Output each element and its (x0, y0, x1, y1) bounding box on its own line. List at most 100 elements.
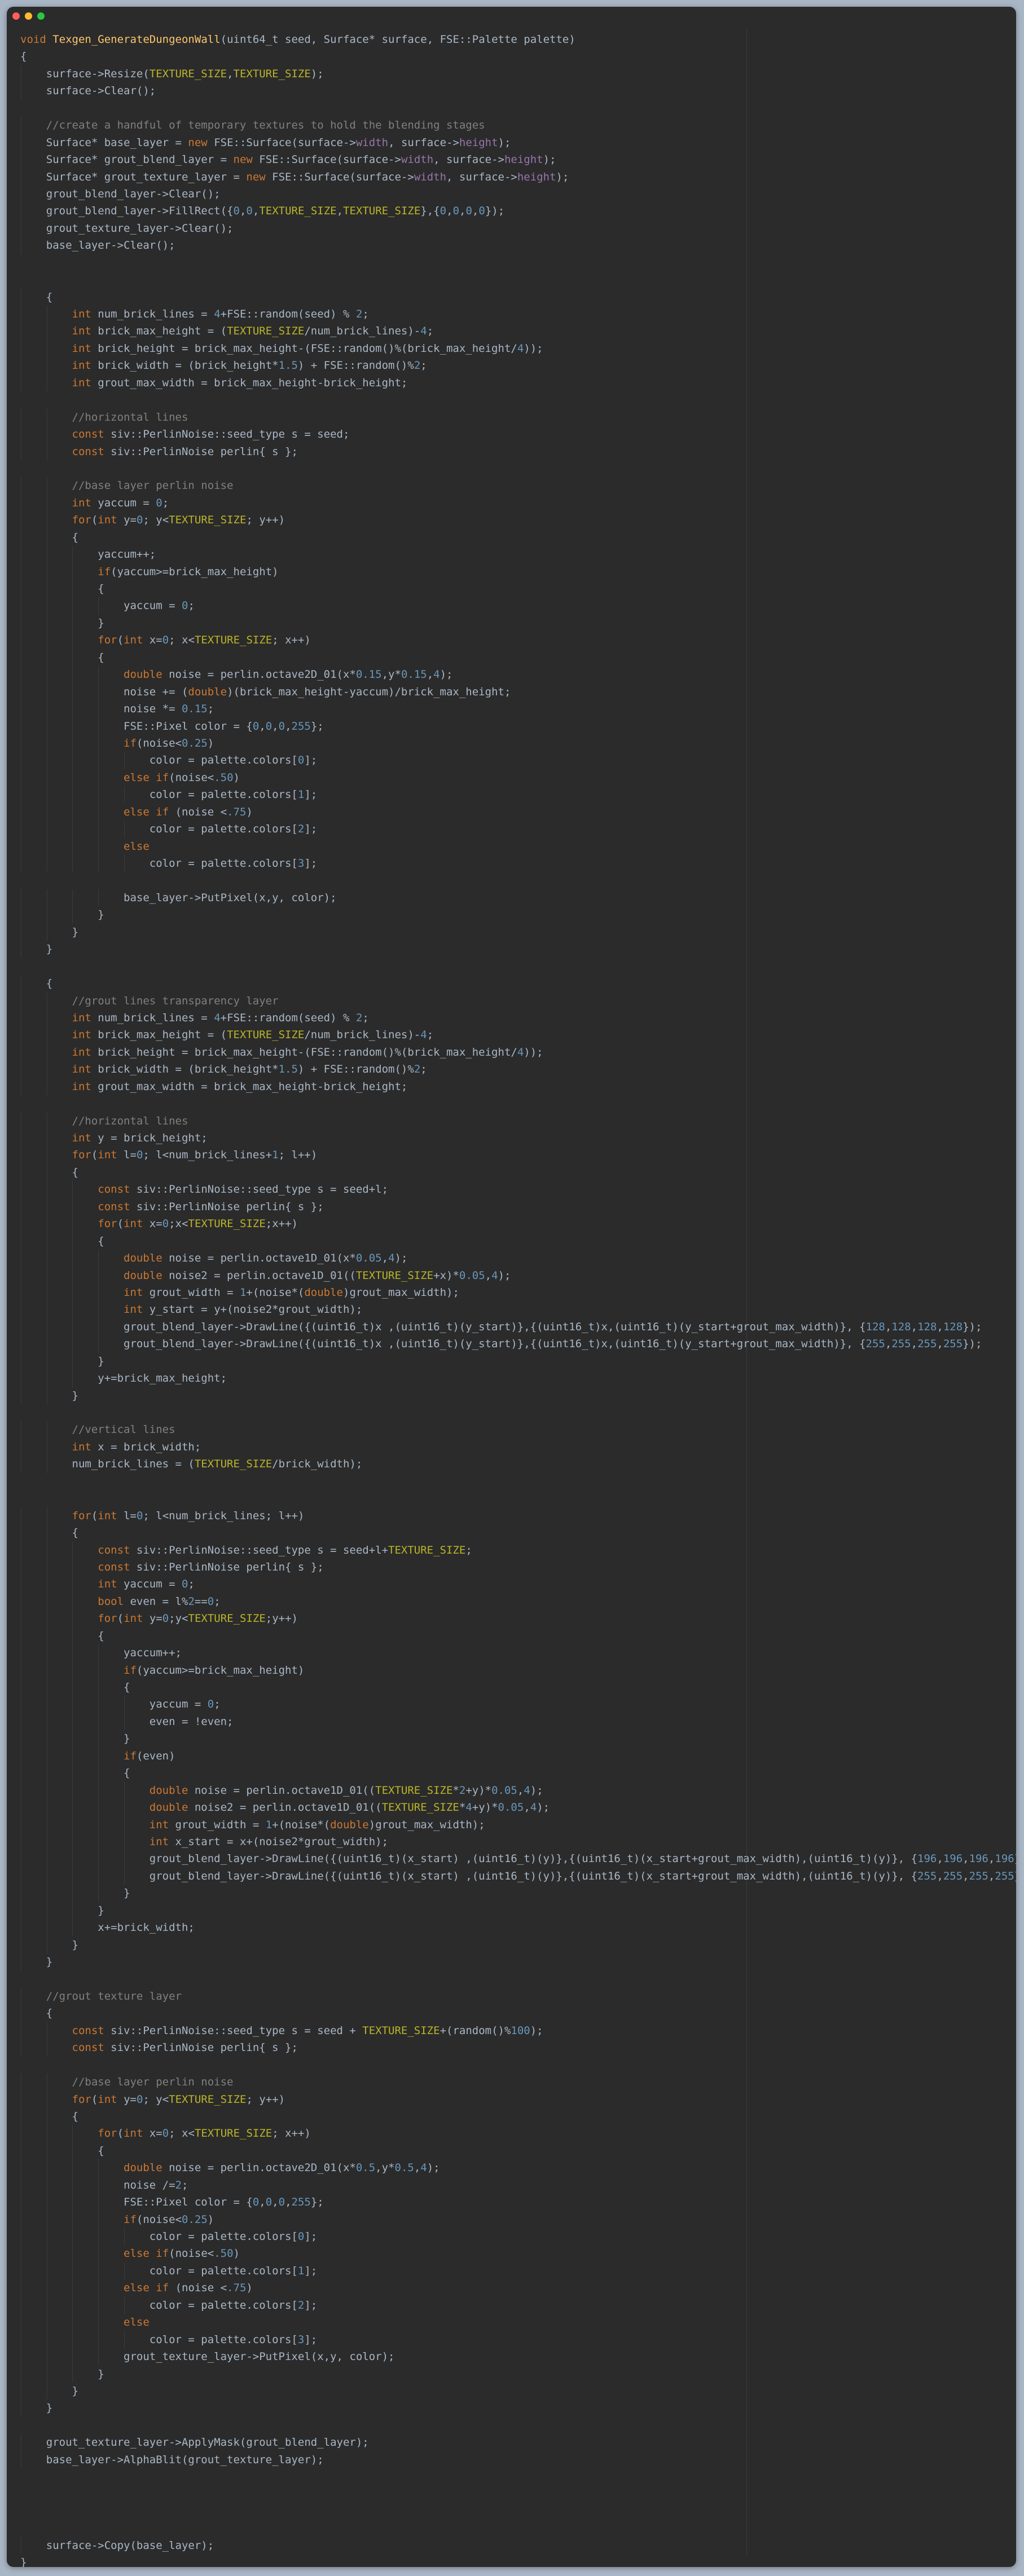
code-line: surface->Resize(TEXTURE_SIZE,TEXTURE_SIZ… (20, 65, 1016, 83)
indent-guide (72, 1833, 73, 1851)
code-line: { (20, 1679, 1016, 1696)
code-text: for(int y=0; y<TEXTURE_SIZE; y++) (72, 2093, 285, 2106)
indent-guide (98, 1644, 99, 1662)
code-text: bool even = l%2==0; (98, 1595, 221, 1608)
indent-guide (72, 632, 73, 649)
code-line: //base layer perlin noise (20, 477, 1016, 495)
indent-guide (124, 1850, 125, 1868)
code-line: num_brick_lines = (TEXTURE_SIZE/brick_wi… (20, 1455, 1016, 1473)
code-text: int grout_max_width = brick_max_height-b… (72, 1080, 408, 1093)
code-text: base_layer->AlphaBlit(grout_texture_laye… (20, 2453, 324, 2466)
indent-guide (72, 837, 73, 855)
code-text: int yaccum = 0; (72, 496, 169, 509)
indent-guide (98, 2314, 99, 2331)
code-text: int x = brick_width; (72, 1440, 201, 1453)
indent-guide (124, 1799, 125, 1816)
code-text: grout_blend_layer->Clear(); (20, 187, 221, 200)
indent-guide (98, 1867, 99, 1885)
close-window-button[interactable] (12, 12, 20, 20)
code-text: else if (noise <.75) (124, 2282, 253, 2295)
indent-guide (72, 1250, 73, 1267)
minimize-window-button[interactable] (25, 12, 32, 20)
indent-guide (98, 1765, 99, 1782)
code-text: int grout_width = 1+(noise*(double)grout… (149, 1818, 485, 1831)
indent-guide (72, 1181, 73, 1198)
code-line: color = palette.colors[1]; (20, 786, 1016, 804)
indent-guide (72, 803, 73, 821)
indent-guide (124, 752, 125, 769)
code-text: noise /=2; (124, 2178, 188, 2191)
indent-guide (98, 2228, 99, 2246)
code-text: for(int y=0;y<TEXTURE_SIZE;y++) (98, 1612, 298, 1625)
code-text: else if (noise <.75) (124, 805, 253, 818)
code-text: for(int x=0;x<TEXTURE_SIZE;x++) (98, 1218, 298, 1230)
code-line: color = palette.colors[3]; (20, 855, 1016, 872)
code-editor-window: void Texgen_GenerateDungeonWall(uint64_t… (7, 7, 1016, 2567)
code-text: //create a handful of temporary textures… (46, 119, 485, 132)
title-bar (7, 7, 1016, 29)
indent-guide (98, 786, 99, 804)
code-line: grout_blend_layer->FillRect({0,0,TEXTURE… (20, 202, 1016, 220)
indent-guide (72, 1781, 73, 1799)
indent-guide (98, 700, 99, 718)
code-line: const siv::PerlinNoise perlin{ s }; (20, 1198, 1016, 1216)
code-line: grout_texture_layer->Clear(); (20, 219, 1016, 237)
indent-guide (72, 1867, 73, 1885)
indent-guide (124, 2262, 125, 2280)
indent-guide (72, 1919, 73, 1937)
code-line: for(int x=0; x<TEXTURE_SIZE; x++) (20, 632, 1016, 649)
indent-guide (72, 546, 73, 563)
indent-guide (72, 1713, 73, 1731)
indent-guide (98, 1335, 99, 1353)
code-line: if(noise<0.25) (20, 2211, 1016, 2228)
code-line: const siv::PerlinNoise::seed_type s = se… (20, 426, 1016, 443)
code-text: } (20, 616, 104, 629)
code-text: color = palette.colors[3]; (20, 857, 318, 870)
indent-guide (124, 1867, 125, 1885)
code-text: const siv::PerlinNoise perlin{ s }; (72, 2041, 298, 2054)
code-line: x+=brick_width; (20, 1919, 1016, 1937)
code-text: noise *= 0.15; (20, 703, 214, 716)
indent-guide (124, 1781, 125, 1799)
code-text: int brick_max_height = (TEXTURE_SIZE/num… (72, 325, 434, 338)
indent-guide (98, 1696, 99, 1713)
code-line: yaccum = 0; (20, 1696, 1016, 1713)
indent-guide (72, 1318, 73, 1336)
maximize-window-button[interactable] (37, 12, 45, 20)
code-text: { (20, 1234, 104, 1247)
code-text: y+=brick_max_height; (20, 1372, 227, 1385)
indent-guide (124, 1816, 125, 1833)
indent-guide (72, 2159, 73, 2177)
indent-guide (72, 666, 73, 683)
indent-guide (72, 2365, 73, 2383)
code-line: { (20, 649, 1016, 667)
code-text: const siv::PerlinNoise perlin{ s }; (98, 1560, 324, 1573)
indent-guide (72, 649, 73, 667)
code-line: for(int y=0;y<TEXTURE_SIZE;y++) (20, 1610, 1016, 1627)
code-text: Surface* base_layer = new FSE::Surface(s… (20, 136, 511, 149)
indent-guide (98, 2262, 99, 2280)
code-line: } (20, 2382, 1016, 2400)
code-text: grout_blend_layer->DrawLine({(uint16_t)(… (20, 1869, 1016, 1882)
code-line: const siv::PerlinNoise::seed_type s = se… (20, 1541, 1016, 1559)
code-text: num_brick_lines = (TEXTURE_SIZE/brick_wi… (20, 1458, 363, 1471)
indent-guide (72, 2348, 73, 2366)
code-line: { (20, 1627, 1016, 1645)
code-text: for(int x=0; x<TEXTURE_SIZE; x++) (98, 2127, 311, 2140)
indent-guide (72, 734, 73, 752)
code-text: { (20, 1681, 130, 1693)
code-area[interactable]: void Texgen_GenerateDungeonWall(uint64_t… (20, 31, 1016, 2567)
indent-guide (72, 1558, 73, 1576)
indent-guide (72, 2211, 73, 2228)
code-text: } (20, 1956, 53, 1968)
